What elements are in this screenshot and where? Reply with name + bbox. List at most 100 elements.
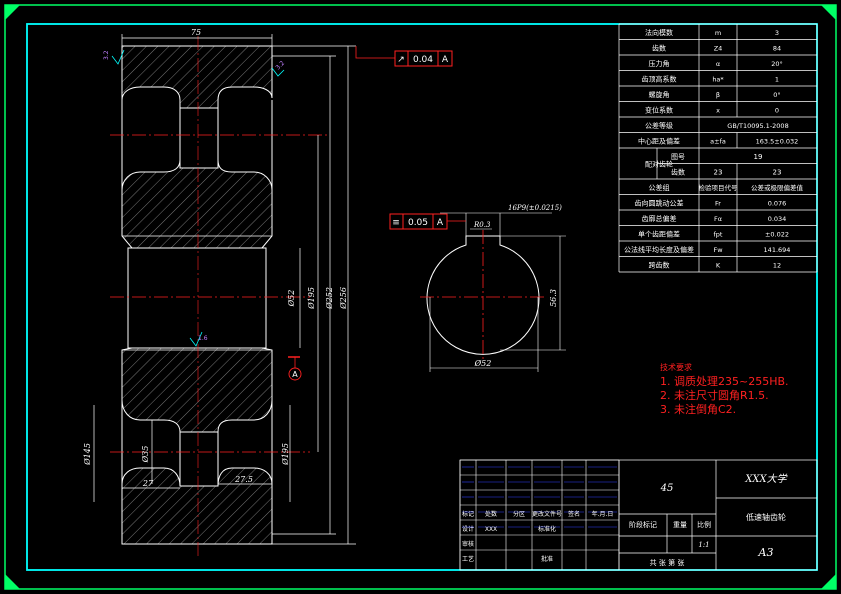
title-block-cell: 标准化 bbox=[538, 525, 556, 533]
datum-label: A bbox=[292, 370, 298, 379]
runout-value: 0.04 bbox=[413, 55, 433, 65]
param-value: GB/T10095.1-2008 bbox=[727, 122, 788, 130]
param-symbol: Z4 bbox=[714, 44, 723, 52]
param-value: 0 bbox=[775, 106, 779, 114]
param-value: 公差或极限偏差值 bbox=[751, 183, 804, 192]
runout-tolerance-frame: ↗ 0.04 A bbox=[355, 46, 453, 67]
mate-teeth-a: 23 bbox=[714, 168, 723, 176]
param-symbol: Fα bbox=[714, 215, 722, 223]
title-block-cell: 批准 bbox=[541, 555, 553, 563]
param-value: 84 bbox=[773, 44, 781, 52]
dim-key-radius: R0.3 bbox=[473, 221, 491, 229]
tech-req-line-1: 1. 调质处理235~255HB. bbox=[660, 375, 789, 388]
param-name: 齿数 bbox=[652, 43, 666, 52]
dim-d35: Ø35 bbox=[141, 446, 150, 464]
sheet-count: 共 张 第 张 bbox=[650, 558, 685, 567]
param-name: 公差组 bbox=[649, 183, 670, 192]
param-symbol: Fw bbox=[713, 246, 723, 254]
param-name: 齿向圆跳动公差 bbox=[635, 198, 684, 207]
dim-d145: Ø145 bbox=[83, 443, 92, 466]
dim-d195-lower: Ø195 bbox=[281, 443, 290, 466]
title-block-cell: 工艺 bbox=[462, 555, 474, 563]
gear-section-view bbox=[110, 36, 330, 556]
param-value: 20° bbox=[771, 60, 783, 68]
param-symbol: a±fa bbox=[710, 137, 726, 145]
param-value: 0° bbox=[773, 91, 780, 99]
param-value: 0.076 bbox=[768, 199, 787, 207]
title-block-cell: XXX bbox=[485, 526, 497, 533]
tech-req-line-2: 2. 未注尺寸圆角R1.5. bbox=[660, 388, 769, 402]
mate-teeth-label: 齿数 bbox=[671, 167, 685, 176]
mate-drawing-no: 19 bbox=[754, 153, 763, 161]
section-dimensions bbox=[93, 34, 356, 545]
param-symbol: Fr bbox=[715, 199, 721, 207]
symmetry-datum: A bbox=[437, 218, 444, 228]
upper-rim-section bbox=[121, 45, 273, 109]
bore bbox=[127, 247, 267, 349]
technical-requirements: 技术要求 1. 调质处理235~255HB. 2. 未注尺寸圆角R1.5. 3.… bbox=[660, 362, 789, 416]
param-name: 法向模数 bbox=[645, 28, 673, 37]
param-name: 齿顶高系数 bbox=[642, 74, 677, 83]
param-name: 配对齿轮 bbox=[645, 160, 673, 169]
runout-icon: ↗ bbox=[397, 55, 405, 65]
title-block-cell: 分区 bbox=[513, 510, 525, 518]
param-symbol: x bbox=[716, 106, 720, 114]
param-value: 0.034 bbox=[768, 215, 787, 223]
corner-mark-tl bbox=[5, 5, 20, 20]
title-block-cell: 签名 bbox=[568, 510, 580, 518]
dim-d52: Ø52 bbox=[287, 290, 296, 308]
dim-hub-27: 27 bbox=[142, 479, 154, 488]
dim-key-depth: 56.3 bbox=[549, 289, 558, 307]
param-symbol: K bbox=[716, 261, 721, 269]
param-name: 中心距及偏差 bbox=[638, 136, 680, 145]
param-symbol: α bbox=[716, 60, 720, 68]
param-value: ±0.022 bbox=[765, 230, 789, 238]
roughness-value-1: 3.2 bbox=[103, 50, 110, 60]
param-name: 变位系数 bbox=[645, 105, 673, 114]
roughness-value-3: 1.6 bbox=[198, 335, 208, 342]
mate-teeth-b: 23 bbox=[773, 168, 782, 176]
param-symbol: β bbox=[716, 91, 720, 99]
param-symbol: 检验项目代号 bbox=[699, 183, 739, 192]
material: 45 bbox=[660, 483, 674, 494]
param-symbol: m bbox=[715, 29, 721, 37]
part-name: 低速轴齿轮 bbox=[746, 512, 786, 522]
title-block-cell: 年.月.日 bbox=[592, 510, 614, 518]
param-value: 3 bbox=[775, 29, 779, 37]
title-block-cell: 更改文件号 bbox=[532, 510, 562, 518]
dim-key-width: 16P9(±0.0215) bbox=[508, 204, 562, 212]
param-name: 跨齿数 bbox=[649, 260, 670, 269]
dim-width-75: 75 bbox=[191, 28, 201, 37]
stage-label: 阶段标记 bbox=[629, 520, 657, 529]
param-name: 螺旋角 bbox=[649, 90, 670, 99]
drawing-canvas: 75 Ø52 Ø195 Ø252 Ø256 Ø145 Ø35 Ø195 27 2… bbox=[4, 4, 837, 590]
symmetry-value: 0.05 bbox=[408, 218, 428, 228]
lower-hub-section bbox=[121, 347, 273, 433]
param-name: 压力角 bbox=[649, 59, 670, 68]
param-name: 公差等级 bbox=[645, 121, 673, 130]
title-block-cell: 标记 bbox=[462, 510, 474, 518]
corner-mark-bl bbox=[5, 574, 20, 589]
param-value: 141.694 bbox=[764, 246, 791, 254]
school-name: XXX大学 bbox=[744, 473, 787, 485]
param-name: 齿廓总偏差 bbox=[642, 214, 677, 223]
param-value: 163.5±0.032 bbox=[756, 137, 799, 145]
param-symbol: ha* bbox=[712, 75, 724, 83]
tech-req-line-3: 3. 未注倒角C2. bbox=[660, 402, 736, 416]
dim-d252: Ø252 bbox=[325, 287, 334, 310]
dim-hub-27-5: 27.5 bbox=[234, 475, 253, 484]
title-block-cell: 设计 bbox=[462, 525, 474, 533]
title-block-cell: 审核 bbox=[462, 540, 474, 548]
mate-drawing-no-label: 图号 bbox=[671, 153, 685, 161]
dim-bore: Ø52 bbox=[474, 359, 492, 368]
weight-label: 重量 bbox=[673, 521, 687, 529]
param-name: 单个齿距偏差 bbox=[638, 229, 680, 238]
datum-a: A bbox=[288, 356, 302, 381]
param-symbol: fpt bbox=[714, 230, 723, 238]
scale-label: 比例 bbox=[697, 520, 711, 529]
runout-datum: A bbox=[442, 55, 449, 65]
tech-req-title: 技术要求 bbox=[660, 362, 692, 372]
upper-hub-section bbox=[121, 159, 273, 249]
param-value: 12 bbox=[773, 261, 781, 269]
corner-mark-tr bbox=[821, 5, 836, 20]
